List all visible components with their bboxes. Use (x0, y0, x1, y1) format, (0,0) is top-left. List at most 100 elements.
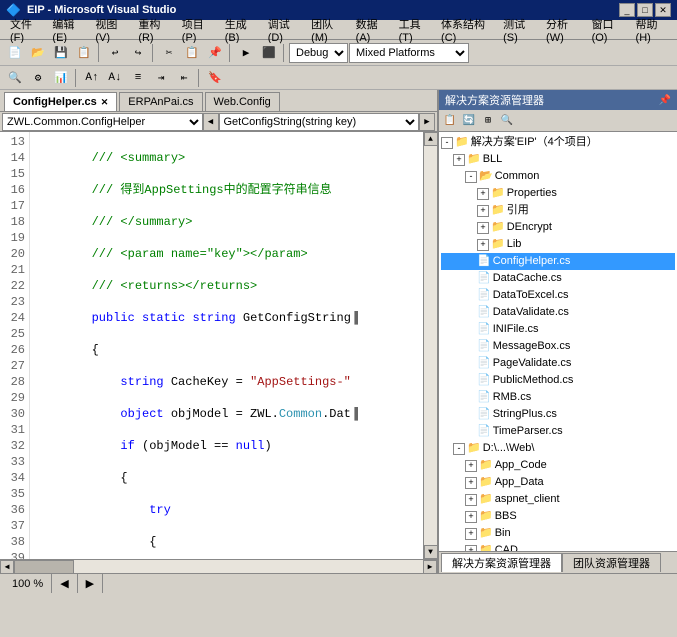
nav-arrow-right[interactable]: ▶ (419, 113, 435, 131)
tab-solution-explorer[interactable]: 解决方案资源管理器 (441, 553, 562, 572)
menu-h[interactable]: 帮助(H) (630, 14, 673, 46)
save-all-btn[interactable]: 📋 (73, 43, 95, 63)
platform-dropdown[interactable]: Mixed Platforms (349, 43, 469, 63)
pin-icon[interactable]: 📌 (659, 95, 671, 106)
tree-datavalidate[interactable]: 📄 DataValidate.cs (441, 304, 675, 321)
tree-timeparser[interactable]: 📄 TimeParser.cs (441, 423, 675, 440)
panel-btn4[interactable]: 🔍 (498, 113, 516, 129)
tb2-btn2[interactable]: ⚙ (27, 68, 49, 88)
menu-a[interactable]: 数据(A) (350, 14, 393, 46)
tree-references[interactable]: + 📁 引用 (441, 202, 675, 219)
menu-p[interactable]: 项目(P) (176, 14, 219, 46)
scroll-left-status[interactable]: ◀ (52, 574, 77, 593)
tab-erpanpai[interactable]: ERPAnPai.cs (119, 92, 202, 111)
tab-team-explorer[interactable]: 团队资源管理器 (562, 553, 661, 572)
tree-bin[interactable]: + 📁 Bin (441, 525, 675, 542)
toggle-lib[interactable]: + (477, 239, 489, 251)
nav-arrow-left[interactable]: ◀ (203, 113, 219, 131)
menu-w[interactable]: 分析(W) (540, 14, 586, 46)
tree-web[interactable]: - 📁 D:\...\Web\ (441, 440, 675, 457)
tree-pagevalidate[interactable]: 📄 PageValidate.cs (441, 355, 675, 372)
tb2-btn5[interactable]: A↓ (104, 68, 126, 88)
toggle-bll[interactable]: + (453, 154, 465, 166)
tree-appcode[interactable]: + 📁 App_Code (441, 457, 675, 474)
tree-inifile[interactable]: 📄 INIFile.cs (441, 321, 675, 338)
method-dropdown[interactable]: GetConfigString(string key) (219, 113, 420, 131)
menu-v[interactable]: 视图(V) (89, 14, 132, 46)
tree-datatoexcel[interactable]: 📄 DataToExcel.cs (441, 287, 675, 304)
class-dropdown[interactable]: ZWL.Common.ConfigHelper (2, 113, 203, 131)
tree-datacache[interactable]: 📄 DataCache.cs (441, 270, 675, 287)
tb2-btn9[interactable]: 🔖 (204, 68, 226, 88)
toggle-web[interactable]: - (453, 443, 465, 455)
solution-explorer-content[interactable]: - 📁 解决方案'EIP'（4个项目） + 📁 BLL - 📂 Common (439, 132, 677, 551)
horizontal-scrollbar[interactable]: ◀ ▶ (0, 559, 437, 573)
open-btn[interactable]: 📂 (27, 43, 49, 63)
source-code[interactable]: /// <summary> /// 得到AppSettings中的配置字符串信息… (30, 132, 423, 559)
h-scroll-thumb[interactable] (14, 560, 74, 574)
scroll-right-btn[interactable]: ▶ (423, 560, 437, 574)
menu-e[interactable]: 编辑(E) (46, 14, 89, 46)
tree-aspnetclient[interactable]: + 📁 aspnet_client (441, 491, 675, 508)
copy-btn[interactable]: 📋 (181, 43, 203, 63)
tb2-btn6[interactable]: ≡ (127, 68, 149, 88)
tree-properties[interactable]: + 📁 Properties (441, 185, 675, 202)
code-lines-area[interactable]: 13 14 15 16 17 18 19 20 21 22 23 24 25 2… (0, 132, 423, 559)
tree-solution-root[interactable]: - 📁 解决方案'EIP'（4个项目） (441, 134, 675, 151)
menu-s[interactable]: 测试(S) (497, 14, 540, 46)
undo-btn[interactable]: ↩ (104, 43, 126, 63)
toggle-bin[interactable]: + (465, 528, 477, 540)
menu-d[interactable]: 调试(D) (262, 14, 305, 46)
menu-f[interactable]: 文件(F) (4, 14, 46, 46)
toggle-references[interactable]: + (477, 205, 489, 217)
menu-r[interactable]: 重构(R) (132, 14, 175, 46)
tree-cad[interactable]: + 📁 CAD (441, 542, 675, 551)
toggle-common[interactable]: - (465, 171, 477, 183)
toggle-appcode[interactable]: + (465, 460, 477, 472)
paste-btn[interactable]: 📌 (204, 43, 226, 63)
debug-config-dropdown[interactable]: Debug (289, 43, 348, 63)
tree-rmb[interactable]: 📄 RMB.cs (441, 389, 675, 406)
cut-btn[interactable]: ✂ (158, 43, 180, 63)
tree-stringplus[interactable]: 📄 StringPlus.cs (441, 406, 675, 423)
start-btn[interactable]: ▶ (235, 43, 257, 63)
tree-common[interactable]: - 📂 Common (441, 168, 675, 185)
menu-t[interactable]: 工具(T) (393, 14, 435, 46)
tree-appdata[interactable]: + 📁 App_Data (441, 474, 675, 491)
toggle-properties[interactable]: + (477, 188, 489, 200)
h-scroll-track[interactable] (14, 560, 423, 574)
tab-close-icon[interactable]: ✕ (101, 97, 109, 108)
panel-btn1[interactable]: 📋 (441, 113, 459, 129)
save-btn[interactable]: 💾 (50, 43, 72, 63)
toggle-aspnetclient[interactable]: + (465, 494, 477, 506)
scroll-left-btn[interactable]: ◀ (0, 560, 14, 574)
panel-btn3[interactable]: ⊞ (479, 113, 497, 129)
tree-confighelper[interactable]: 📄 ConfigHelper.cs (441, 253, 675, 270)
tb2-btn8[interactable]: ⇤ (173, 68, 195, 88)
scroll-down-btn[interactable]: ▼ (424, 545, 438, 559)
scroll-up-btn[interactable]: ▲ (424, 132, 438, 146)
toggle-dencrypt[interactable]: + (477, 222, 489, 234)
redo-btn[interactable]: ↪ (127, 43, 149, 63)
panel-btn2[interactable]: 🔄 (460, 113, 478, 129)
vertical-scrollbar[interactable]: ▲ ▼ (423, 132, 437, 559)
scroll-right-status[interactable]: ▶ (78, 574, 103, 593)
menu-c[interactable]: 体系结构(C) (435, 14, 497, 46)
tree-messagebox[interactable]: 📄 MessageBox.cs (441, 338, 675, 355)
tree-publicmethod[interactable]: 📄 PublicMethod.cs (441, 372, 675, 389)
tb2-btn1[interactable]: 🔍 (4, 68, 26, 88)
tree-bll[interactable]: + 📁 BLL (441, 151, 675, 168)
menu-o[interactable]: 窗口(O) (586, 14, 630, 46)
scroll-track[interactable] (424, 146, 438, 545)
stop-btn[interactable]: ⬛ (258, 43, 280, 63)
tb2-btn4[interactable]: A↑ (81, 68, 103, 88)
toggle-appdata[interactable]: + (465, 477, 477, 489)
tree-dencrypt[interactable]: + 📁 DEncrypt (441, 219, 675, 236)
tree-lib[interactable]: + 📁 Lib (441, 236, 675, 253)
tb2-btn7[interactable]: ⇥ (150, 68, 172, 88)
tab-confighelper[interactable]: ConfigHelper.cs ✕ (4, 92, 117, 111)
tree-bbs[interactable]: + 📁 BBS (441, 508, 675, 525)
menu-m[interactable]: 团队(M) (305, 14, 350, 46)
new-btn[interactable]: 📄 (4, 43, 26, 63)
menu-b[interactable]: 生成(B) (219, 14, 262, 46)
